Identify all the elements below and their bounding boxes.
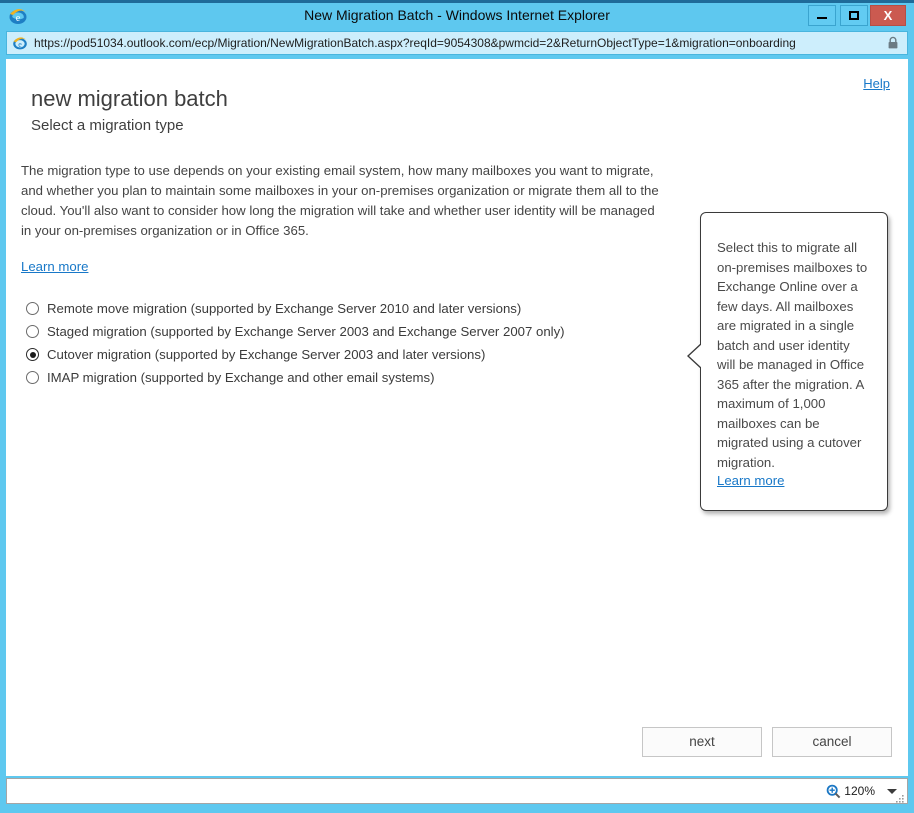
url-text[interactable]: https://pod51034.outlook.com/ecp/Migrati… [34,36,887,50]
radio-indicator-imap[interactable] [26,371,39,384]
page-title: new migration batch [31,86,228,111]
radio-option-cutover[interactable]: Cutover migration (supported by Exchange… [26,343,666,366]
footer-button-group: next cancel [642,727,892,757]
lock-icon[interactable] [887,36,899,50]
page-content: Help new migration batch Select a migrat… [6,59,908,776]
migration-type-radio-group: Remote move migration (supported by Exch… [26,297,666,389]
resize-grip-icon[interactable] [895,791,905,803]
maximize-button[interactable] [840,5,868,26]
close-icon: X [883,8,893,23]
page-subtitle: Select a migration type [31,117,184,134]
close-button[interactable]: X [870,5,906,26]
maximize-icon [849,11,859,20]
next-button[interactable]: next [642,727,762,757]
learn-more-link[interactable]: Learn more [21,259,88,274]
svg-text:e: e [16,13,21,24]
page-favicon-icon: e [12,35,28,51]
svg-text:e: e [18,40,22,49]
zoom-control[interactable]: 120% [826,784,901,799]
zoom-level-text: 120% [844,784,875,798]
callout-description: Select this to migrate all on-premises m… [717,240,868,470]
migration-type-callout: Select this to migrate all on-premises m… [687,212,888,511]
magnifier-icon [826,784,841,799]
radio-indicator-remote-move[interactable] [26,302,39,315]
radio-indicator-staged[interactable] [26,325,39,338]
minimize-icon [817,17,827,19]
title-bar[interactable]: New Migration Batch - Windows Internet E… [0,3,914,28]
minimize-button[interactable] [808,5,836,26]
radio-indicator-cutover[interactable] [26,348,39,361]
radio-label-cutover: Cutover migration (supported by Exchange… [47,347,486,362]
callout-learn-more-link[interactable]: Learn more [717,473,784,488]
radio-option-remote-move[interactable]: Remote move migration (supported by Exch… [26,297,666,320]
radio-label-imap: IMAP migration (supported by Exchange an… [47,370,435,385]
address-bar-area: e https://pod51034.outlook.com/ecp/Migra… [0,29,914,57]
radio-label-remote-move: Remote move migration (supported by Exch… [47,301,522,316]
intro-paragraph: The migration type to use depends on you… [21,163,659,238]
radio-label-staged: Staged migration (supported by Exchange … [47,324,565,339]
radio-option-imap[interactable]: IMAP migration (supported by Exchange an… [26,366,666,389]
callout-arrow-fill [689,343,703,369]
browser-window: New Migration Batch - Windows Internet E… [0,0,914,813]
radio-option-staged[interactable]: Staged migration (supported by Exchange … [26,320,666,343]
cancel-button[interactable]: cancel [772,727,892,757]
status-bar: 120% [6,778,908,804]
help-link[interactable]: Help [863,76,890,91]
internet-explorer-icon: e [8,6,28,26]
address-bar[interactable]: e https://pod51034.outlook.com/ecp/Migra… [6,31,908,55]
window-title: New Migration Batch - Windows Internet E… [304,7,610,23]
